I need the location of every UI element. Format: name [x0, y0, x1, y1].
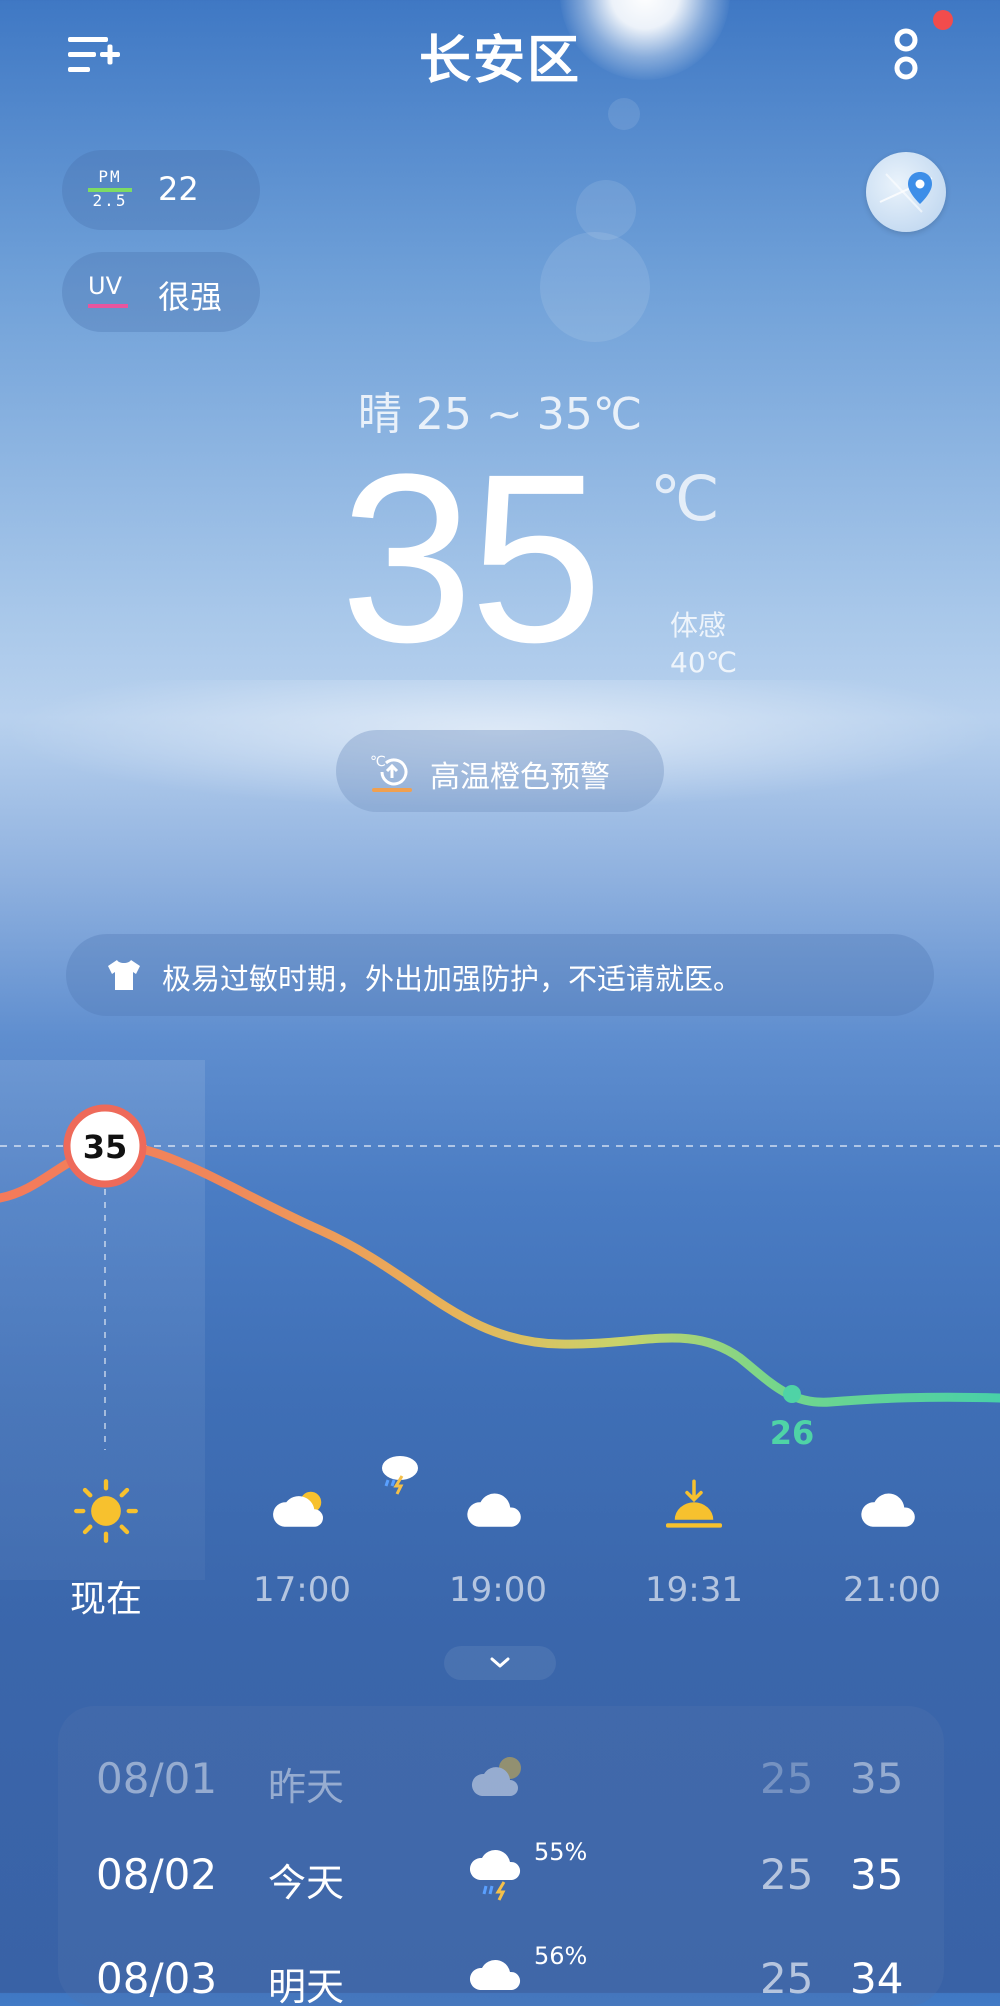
cloud-icon [861, 1493, 915, 1527]
daily-high: 34 [850, 1954, 904, 2003]
more-options-icon[interactable] [888, 24, 924, 84]
temperature-curve [0, 1141, 1000, 1407]
shirt-icon [108, 960, 140, 990]
uv-level-bar [88, 304, 128, 308]
chevron-down-icon [490, 1657, 510, 1668]
hour-label: 17:00 [253, 1570, 351, 1610]
life-tip-text: 极易过敏时期，外出加强防护，不适请就医。 [162, 962, 743, 996]
pm25-level-bar [88, 188, 132, 192]
lens-flare [576, 180, 636, 240]
thunder-rain-icon [470, 1849, 520, 1901]
city-title: 长安区 [418, 31, 581, 91]
warning-text: 高温橙色预警 [430, 760, 610, 795]
daily-precip: 56% [534, 1942, 588, 1970]
daily-precip: 55% [534, 1838, 588, 1866]
daily-date: 08/02 [96, 1850, 218, 1899]
daily-high: 35 [850, 1754, 904, 1803]
map-button[interactable] [866, 152, 946, 232]
uv-value: 很强 [158, 278, 223, 316]
uv-label: UV [88, 272, 122, 300]
hour-label-now: 现在 [69, 1579, 142, 1620]
lens-flare [540, 232, 650, 342]
daily-day: 明天 [268, 1965, 345, 2006]
current-temperature: 35 [340, 424, 603, 692]
daily-row[interactable]: 08/03 明天 56% 25 34 [58, 1934, 944, 2006]
uv-pill[interactable]: UV 很强 [62, 252, 260, 332]
daily-day: 今天 [268, 1861, 345, 1905]
pm25-value: 22 [158, 170, 199, 208]
daily-day: 昨天 [268, 1765, 345, 1809]
high-temp-warning-icon: ℃ [370, 754, 412, 792]
notification-dot [933, 10, 953, 30]
daily-date: 08/01 [96, 1754, 218, 1803]
partly-cloudy-icon [471, 1757, 521, 1796]
feels-like-label: 体感 [670, 609, 727, 642]
daily-low: 25 [760, 1754, 814, 1803]
hour-label: 21:00 [843, 1570, 941, 1610]
top-bar: 长安区 [0, 0, 1000, 110]
pm-label-bottom: 2.5 [92, 191, 128, 210]
feels-like-value: 40℃ [670, 646, 738, 679]
pm25-pill[interactable]: PM 2.5 22 [62, 150, 260, 230]
current-temp-marker-label: 35 [83, 1128, 128, 1166]
partly-cloudy-icon [273, 1491, 323, 1527]
hour-label: 19:00 [449, 1570, 547, 1610]
sunset-icon [666, 1479, 722, 1528]
sun-icon [74, 1479, 138, 1543]
low-temp-label: 26 [770, 1414, 815, 1452]
heat-warning-pill[interactable]: ℃ 高温橙色预警 [336, 730, 664, 812]
cloud-icon [467, 1493, 521, 1527]
pm-label-top: PM [98, 167, 122, 186]
cloud-icon [470, 1959, 520, 1990]
svg-text:℃: ℃ [370, 754, 386, 770]
temperature-unit: ℃ [650, 462, 720, 535]
low-temp-point [783, 1385, 801, 1403]
daily-row[interactable]: 08/01 昨天 25 35 [58, 1734, 944, 1824]
daily-date: 08/03 [96, 1954, 218, 2003]
hour-label: 19:31 [645, 1570, 743, 1610]
daily-low: 25 [760, 1850, 814, 1899]
daily-high: 35 [850, 1850, 904, 1899]
hourly-temperature-chart[interactable]: 35 26 [0, 1060, 1000, 1480]
daily-forecast-card[interactable]: 08/01 昨天 25 35 08/02 今天 55% 25 35 08/03 … [58, 1706, 944, 2006]
expand-hourly-button[interactable] [444, 1646, 556, 1680]
thunder-rain-icon [382, 1456, 418, 1495]
daily-row[interactable]: 08/02 今天 55% 25 35 [58, 1830, 944, 1920]
map-pin-icon [879, 172, 933, 213]
daily-low: 25 [760, 1954, 814, 2003]
life-tip-banner[interactable]: 极易过敏时期，外出加强防护，不适请就医。 [66, 934, 934, 1016]
